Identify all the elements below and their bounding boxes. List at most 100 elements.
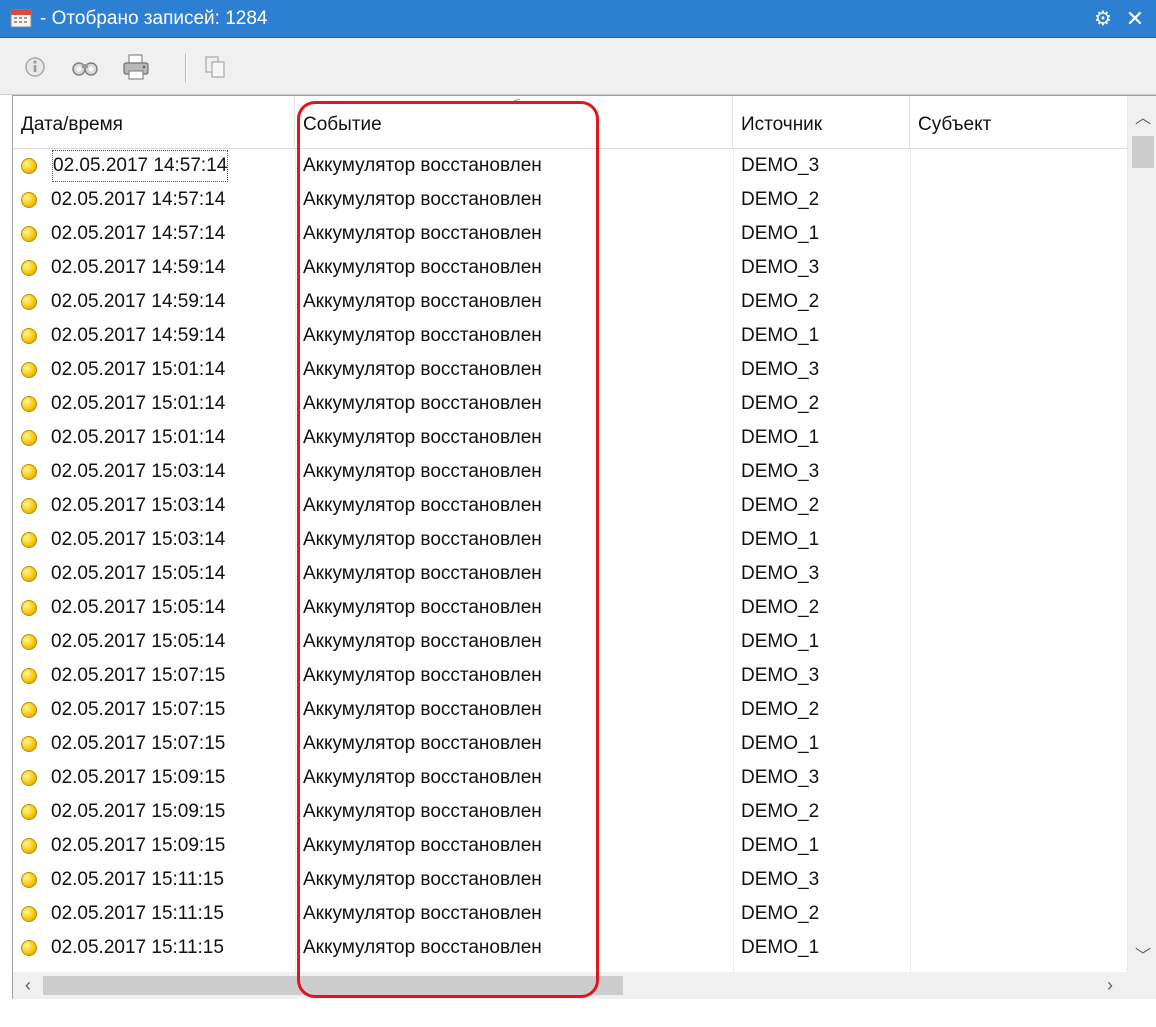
table-row[interactable]: 02.05.2017 14:59:14 Аккумулятор восстанов…: [13, 251, 1127, 285]
column-divider: [733, 659, 734, 693]
toolbar-separator: [185, 54, 187, 82]
column-divider: [295, 863, 296, 897]
table-row[interactable]: 02.05.2017 14:57:14 Аккумулятор восстанов…: [13, 217, 1127, 251]
vertical-scrollbar[interactable]: ︿ ﹀: [1127, 96, 1156, 972]
column-divider: [910, 455, 911, 489]
cell-event: Аккумулятор восстановлен: [303, 733, 542, 754]
binoculars-icon[interactable]: [70, 52, 100, 82]
status-dot-icon: [21, 260, 37, 276]
table-row[interactable]: 02.05.2017 15:03:14 Аккумулятор восстанов…: [13, 455, 1127, 489]
column-divider: [910, 693, 911, 727]
chevron-up-icon[interactable]: ︿: [1128, 104, 1156, 134]
table-row[interactable]: 02.05.2017 15:03:14 Аккумулятор восстанов…: [13, 489, 1127, 523]
cell-source: DEMO_3: [741, 767, 820, 788]
cell-source: DEMO_2: [741, 801, 820, 822]
cell-source: DEMO_3: [741, 869, 820, 890]
table-row[interactable]: 02.05.2017 15:05:14 Аккумулятор восстанов…: [13, 557, 1127, 591]
table-row[interactable]: 02.05.2017 15:11:15 Аккумулятор восстанов…: [13, 863, 1127, 897]
column-divider: [295, 659, 296, 693]
status-dot-icon: [21, 566, 37, 582]
table-row[interactable]: 02.05.2017 15:09:15 Аккумулятор восстанов…: [13, 795, 1127, 829]
copy-icon[interactable]: [200, 52, 230, 82]
status-dot-icon: [21, 158, 37, 174]
table-row[interactable]: 02.05.2017 15:01:14 Аккумулятор восстанов…: [13, 387, 1127, 421]
table-row[interactable]: 02.05.2017 15:07:15 Аккумулятор восстанов…: [13, 727, 1127, 761]
cell-event: Аккумулятор восстановлен: [303, 495, 542, 516]
status-dot-icon: [21, 770, 37, 786]
status-dot-icon: [21, 668, 37, 684]
column-divider: [910, 149, 911, 183]
cell-subject: [918, 557, 1127, 591]
chevron-down-icon[interactable]: ﹀: [1128, 942, 1156, 972]
cell-subject: [918, 761, 1127, 795]
column-divider: [733, 897, 734, 931]
column-divider: [295, 897, 296, 931]
status-dot-icon: [21, 226, 37, 242]
table-row[interactable]: 02.05.2017 14:59:14 Аккумулятор восстанов…: [13, 285, 1127, 319]
status-dot-icon: [21, 906, 37, 922]
cell-source: DEMO_1: [741, 529, 820, 550]
horizontal-scrollbar[interactable]: ‹ ›: [13, 972, 1156, 999]
cell-datetime: 02.05.2017 15:05:14: [51, 631, 226, 652]
calendar-icon: [10, 9, 32, 28]
table-row[interactable]: 02.05.2017 14:59:14 Аккумулятор восстанов…: [13, 319, 1127, 353]
cell-event: Аккумулятор восстановлен: [303, 325, 542, 346]
cell-datetime: 02.05.2017 15:11:15: [51, 869, 224, 890]
column-header-subject[interactable]: Субъект: [910, 96, 1127, 148]
column-divider: [910, 319, 911, 353]
column-divider: [910, 761, 911, 795]
table-row[interactable]: 02.05.2017 15:05:14 Аккумулятор восстанов…: [13, 625, 1127, 659]
table-row[interactable]: 02.05.2017 15:05:14 Аккумулятор восстанов…: [13, 591, 1127, 625]
cell-source: DEMO_1: [741, 733, 820, 754]
cell-datetime: 02.05.2017 14:59:14: [51, 257, 226, 278]
column-divider: [910, 353, 911, 387]
status-dot-icon: [21, 532, 37, 548]
column-divider: [910, 829, 911, 863]
cell-event: Аккумулятор восстановлен: [303, 291, 542, 312]
vertical-scroll-thumb[interactable]: [1132, 136, 1154, 168]
cell-source: DEMO_3: [741, 155, 820, 176]
cell-datetime: 02.05.2017 15:03:14: [51, 529, 226, 550]
cell-event: Аккумулятор восстановлен: [303, 529, 542, 550]
table-row[interactable]: 02.05.2017 14:57:14 Аккумулятор восстанов…: [13, 183, 1127, 217]
printer-icon[interactable]: [121, 52, 151, 82]
chevron-left-icon[interactable]: ‹: [13, 972, 43, 999]
status-dot-icon: [21, 838, 37, 854]
info-icon[interactable]: [20, 52, 50, 82]
cell-event: Аккумулятор восстановлен: [303, 359, 542, 380]
cell-event: Аккумулятор восстановлен: [303, 835, 542, 856]
column-divider: [733, 387, 734, 421]
table-row[interactable]: 02.05.2017 14:57:14 Аккумулятор восстанов…: [13, 149, 1127, 183]
cell-datetime: 02.05.2017 14:57:14: [51, 189, 226, 210]
table-row[interactable]: 02.05.2017 15:01:14 Аккумулятор восстанов…: [13, 353, 1127, 387]
chevron-right-icon[interactable]: ›: [1095, 972, 1125, 999]
cell-source: DEMO_2: [741, 189, 820, 210]
cell-subject: [918, 523, 1127, 557]
cell-event: Аккумулятор восстановлен: [303, 631, 542, 652]
table-row[interactable]: 02.05.2017 15:09:15 Аккумулятор восстанов…: [13, 761, 1127, 795]
column-divider: [910, 897, 911, 931]
cell-event: Аккумулятор восстановлен: [303, 155, 542, 176]
cell-subject: [918, 489, 1127, 523]
column-header-source[interactable]: Источник: [733, 96, 910, 148]
table-row[interactable]: 02.05.2017 15:03:14 Аккумулятор восстанов…: [13, 523, 1127, 557]
column-header-datetime[interactable]: Дата/время: [13, 96, 295, 148]
table-row[interactable]: 02.05.2017 15:11:15 Аккумулятор восстанов…: [13, 897, 1127, 931]
table-row[interactable]: 02.05.2017 15:09:15 Аккумулятор восстанов…: [13, 829, 1127, 863]
table-row[interactable]: 02.05.2017 15:11:15 Аккумулятор восстанов…: [13, 931, 1127, 965]
gear-icon[interactable]: ⚙: [1092, 8, 1114, 30]
close-icon[interactable]: ✕: [1124, 8, 1146, 30]
table-row[interactable]: 02.05.2017 15:07:15 Аккумулятор восстанов…: [13, 659, 1127, 693]
table-row[interactable]: 02.05.2017 15:01:14 Аккумулятор восстанов…: [13, 421, 1127, 455]
cell-event: Аккумулятор восстановлен: [303, 597, 542, 618]
column-divider: [733, 693, 734, 727]
column-divider: [733, 251, 734, 285]
horizontal-scroll-thumb[interactable]: [43, 976, 623, 995]
status-dot-icon: [21, 464, 37, 480]
cell-subject: [918, 251, 1127, 285]
column-divider: [733, 931, 734, 965]
status-dot-icon: [21, 872, 37, 888]
column-divider: [733, 829, 734, 863]
column-divider: [295, 727, 296, 761]
table-row[interactable]: 02.05.2017 15:07:15 Аккумулятор восстанов…: [13, 693, 1127, 727]
